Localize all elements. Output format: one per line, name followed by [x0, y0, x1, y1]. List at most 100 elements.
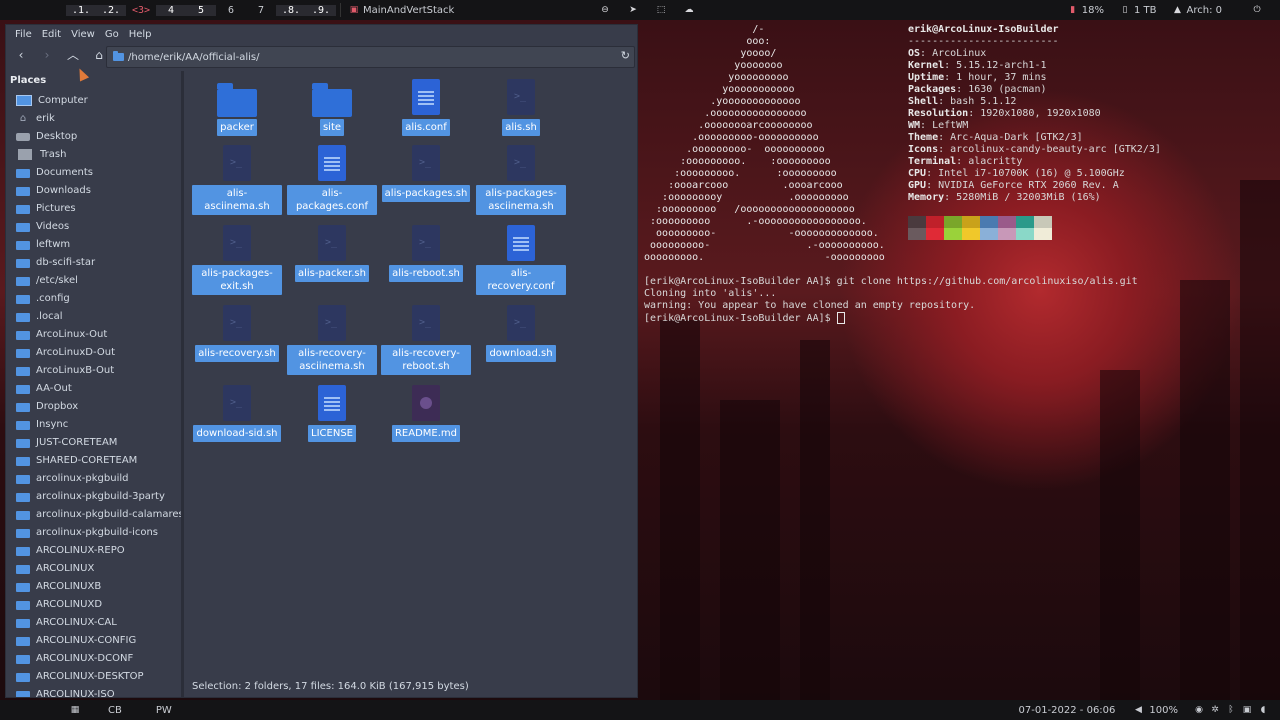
sidebar-item[interactable]: ARCOLINUXD — [6, 595, 183, 613]
menu-help[interactable]: Help — [124, 29, 157, 40]
sidebar-item[interactable]: Trash — [6, 145, 183, 163]
sidebar-item[interactable]: ARCOLINUX-CONFIG — [6, 631, 183, 649]
password-label[interactable]: PW — [156, 705, 172, 716]
arch-updates[interactable]: Arch: 0 — [1187, 5, 1222, 16]
datetime[interactable]: 07-01-2022 - 06:06 — [1019, 705, 1116, 716]
location-bar[interactable]: /home/erik/AA/official-alis/ ↻ — [106, 46, 635, 68]
sidebar-item[interactable]: Computer — [6, 91, 183, 109]
file-item[interactable]: site — [287, 79, 377, 136]
volume-icon[interactable]: ◀ — [1133, 705, 1143, 715]
layout-icon[interactable]: ▣ — [349, 5, 359, 15]
logo-line: .oooooooooooooooo — [644, 108, 807, 119]
screen-icon[interactable]: ▣ — [1242, 705, 1252, 715]
sidebar-item[interactable]: arcolinux-pkgbuild-3party — [6, 487, 183, 505]
file-item[interactable]: alis-reboot.sh — [381, 225, 471, 282]
file-item[interactable]: alis-recovery.conf — [476, 225, 566, 295]
file-item[interactable]: alis-packages.sh — [381, 145, 471, 202]
clipboard-label[interactable]: CB — [108, 705, 122, 716]
sidebar-item[interactable]: ArcoLinuxB-Out — [6, 361, 183, 379]
screenshot-icon[interactable]: ⬚ — [656, 5, 666, 15]
sidebar-item[interactable]: arcolinux-pkgbuild-icons — [6, 523, 183, 541]
sidebar-item[interactable]: ARCOLINUX-DESKTOP — [6, 667, 183, 685]
workspace-tag-8[interactable]: .8. — [276, 4, 306, 16]
sidebar-item[interactable]: Documents — [6, 163, 183, 181]
file-item[interactable]: alis-asciinema.sh — [192, 145, 282, 215]
menu-edit[interactable]: Edit — [37, 29, 66, 40]
file-item[interactable]: alis-recovery-asciinema.sh — [287, 305, 377, 375]
workspace-tag-6[interactable]: 6 — [216, 5, 246, 16]
sidebar-item[interactable]: ARCOLINUX-DCONF — [6, 649, 183, 667]
sidebar-item[interactable]: .config — [6, 289, 183, 307]
sidebar-item[interactable]: ArcoLinux-Out — [6, 325, 183, 343]
sidebar-item[interactable]: ARCOLINUX-REPO — [6, 541, 183, 559]
sidebar-item[interactable]: ARCOLINUX-CAL — [6, 613, 183, 631]
sidebar-item[interactable]: ARCOLINUX — [6, 559, 183, 577]
workspace-tag-1[interactable]: .1. — [66, 4, 96, 16]
workspace-tag-5[interactable]: 5 — [186, 4, 216, 16]
forward-icon[interactable]: › — [38, 46, 56, 64]
file-item[interactable]: LICENSE — [287, 385, 377, 442]
sidebar-item[interactable]: Insync — [6, 415, 183, 433]
file-item[interactable]: alis-packages-asciinema.sh — [476, 145, 566, 215]
sidebar-item[interactable]: SHARED-CORETEAM — [6, 451, 183, 469]
palette-swatch — [998, 228, 1016, 240]
file-item[interactable]: alis-recovery.sh — [192, 305, 282, 362]
file-item[interactable]: alis-packages.conf — [287, 145, 377, 215]
sidebar-item[interactable]: Downloads — [6, 181, 183, 199]
sidebar-item[interactable]: Dropbox — [6, 397, 183, 415]
sidebar-item[interactable]: arcolinux-pkgbuild-calamares — [6, 505, 183, 523]
desktop-icon — [16, 133, 30, 141]
sidebar-item[interactable]: JUST-CORETEAM — [6, 433, 183, 451]
file-item[interactable]: alis-packer.sh — [287, 225, 377, 282]
sidebar-item-label: AA-Out — [36, 382, 72, 394]
sidebar-item[interactable]: arcolinux-pkgbuild — [6, 469, 183, 487]
file-item[interactable]: download-sid.sh — [192, 385, 282, 442]
refresh-icon[interactable]: ↻ — [621, 49, 630, 62]
volume-level[interactable]: 100% — [1149, 705, 1178, 716]
info-value: 5280MiB / 32003MiB (16%) — [956, 192, 1101, 203]
folder-icon — [16, 294, 30, 304]
file-item[interactable]: alis.conf — [381, 79, 471, 136]
camera-icon[interactable]: ◉ — [1194, 705, 1204, 715]
location-path[interactable]: /home/erik/AA/official-alis/ — [128, 52, 259, 63]
sidebar-item[interactable]: Desktop — [6, 127, 183, 145]
sidebar-item[interactable]: ⌂ erik — [6, 109, 183, 127]
file-item[interactable]: README.md — [381, 385, 471, 442]
sidebar-item[interactable]: AA-Out — [6, 379, 183, 397]
file-item[interactable]: alis.sh — [476, 79, 566, 136]
sidebar-item[interactable]: Videos — [6, 217, 183, 235]
sidebar-item[interactable]: leftwm — [6, 235, 183, 253]
sidebar-item[interactable]: .local — [6, 307, 183, 325]
menu-go[interactable]: Go — [100, 29, 124, 40]
terminal-window[interactable]: /- ooo: yoooo/ yooooooo yooooooooo yoooo… — [640, 22, 1280, 698]
back-icon[interactable]: ‹ — [12, 46, 30, 64]
audio-icon[interactable]: ◖ — [1258, 705, 1268, 715]
workspace-tag-9[interactable]: .9. — [306, 4, 336, 16]
menu-view[interactable]: View — [66, 29, 100, 40]
apps-grid-icon[interactable]: ▦ — [70, 705, 80, 715]
workspace-tag-4[interactable]: 4 — [156, 4, 186, 16]
sidebar-item[interactable]: ARCOLINUXB — [6, 577, 183, 595]
sidebar-item[interactable]: Pictures — [6, 199, 183, 217]
record-icon[interactable]: ⊖ — [600, 5, 610, 15]
file-item[interactable]: alis-packages-exit.sh — [192, 225, 282, 295]
sidebar-item[interactable]: db-scifi-star — [6, 253, 183, 271]
file-item[interactable]: packer — [192, 79, 282, 136]
up-icon[interactable]: ︿ — [64, 46, 82, 64]
sidebar-item[interactable]: ArcoLinuxD-Out — [6, 343, 183, 361]
settings-icon[interactable]: ✲ — [1210, 705, 1220, 715]
sidebar-item[interactable]: /etc/skel — [6, 271, 183, 289]
sidebar-item[interactable]: ARCOLINUX-ISO — [6, 685, 183, 697]
file-item[interactable]: alis-recovery-reboot.sh — [381, 305, 471, 375]
workspace-tag-7[interactable]: 7 — [246, 5, 276, 16]
bluetooth-icon[interactable]: ᛒ — [1226, 705, 1236, 715]
sidebar-item-label: Desktop — [36, 130, 78, 142]
folder-icon — [16, 672, 30, 682]
workspace-tag-3[interactable]: <3> — [126, 5, 156, 16]
file-item[interactable]: download.sh — [476, 305, 566, 362]
menu-file[interactable]: File — [10, 29, 37, 40]
cloud-icon[interactable]: ☁ — [684, 5, 694, 15]
power-icon[interactable]: ⏻ — [1252, 5, 1262, 15]
send-icon[interactable]: ➤ — [628, 5, 638, 15]
workspace-tag-2[interactable]: .2. — [96, 4, 126, 16]
